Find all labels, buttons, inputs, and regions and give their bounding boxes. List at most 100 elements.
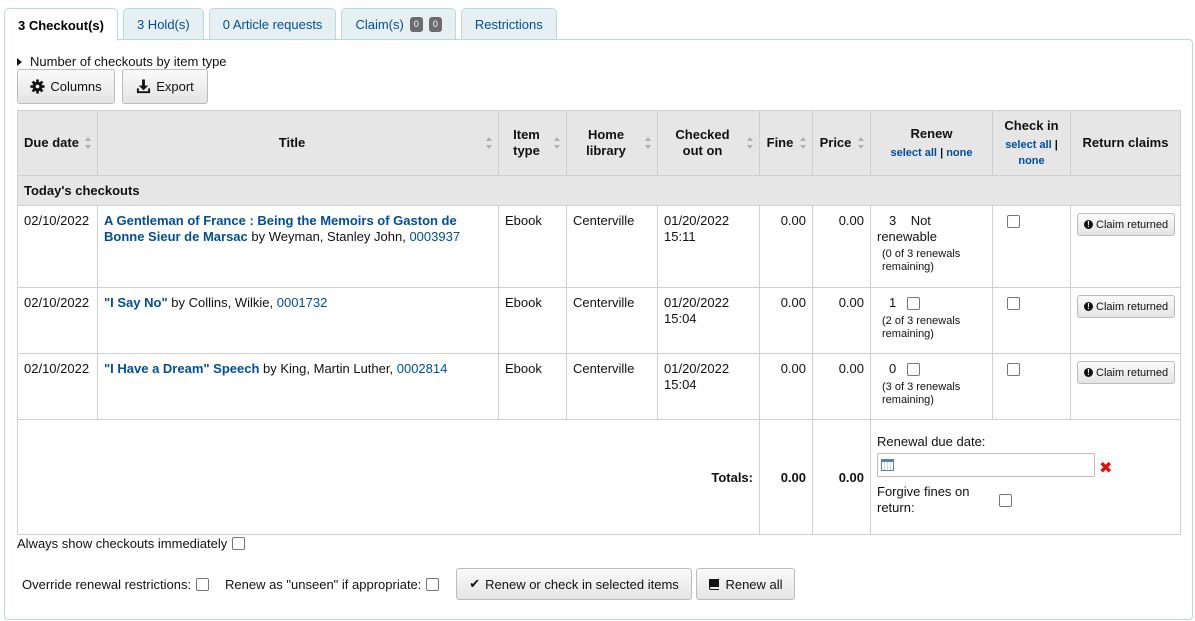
export-button[interactable]: Export: [122, 69, 208, 104]
checked-out-time: 15:04: [664, 311, 697, 326]
col-title[interactable]: Title: [97, 110, 499, 176]
tab-restrictions-label: Restrictions: [474, 17, 543, 32]
item-type-cell: Ebook: [498, 205, 567, 288]
renew-checkbox[interactable]: [907, 363, 921, 377]
title-cell: "I Say No" by Collins, Wilkie, 0001732: [97, 287, 499, 354]
always-show-checkbox[interactable]: [232, 537, 246, 550]
title-link[interactable]: "I Say No": [104, 295, 168, 310]
claim-returned-button[interactable]: ! Claim returned: [1077, 361, 1176, 384]
sort-icon: [486, 137, 492, 149]
tab-bar: 3 Checkout(s) 3 Hold(s) 0 Article reques…: [4, 8, 562, 41]
check-in-checkbox[interactable]: [1007, 215, 1020, 229]
claim-returned-button[interactable]: ! Claim returned: [1077, 213, 1176, 236]
col-renew-label: Renew: [910, 125, 953, 141]
check-in-checkbox[interactable]: [1007, 363, 1020, 377]
columns-button[interactable]: Columns: [17, 69, 115, 104]
checked-out-time: 15:04: [664, 377, 697, 392]
barcode-link[interactable]: 0003937: [409, 229, 460, 244]
tab-holds[interactable]: 3 Hold(s): [122, 8, 204, 40]
renewal-options-cell: Renewal due date: ✖ Forgive fines on ret…: [870, 419, 1181, 535]
barcode-link[interactable]: 0002814: [397, 361, 448, 376]
checkouts-by-itemtype-toggle[interactable]: Number of checkouts by item type: [17, 54, 227, 69]
claim-returned-label: Claim returned: [1096, 218, 1169, 231]
check-icon: ✔: [469, 576, 481, 591]
claim-returned-button[interactable]: ! Claim returned: [1077, 295, 1176, 318]
renew-checkbox[interactable]: [907, 297, 921, 311]
totals-fine: 0.00: [759, 419, 813, 535]
override-checkbox[interactable]: [196, 578, 210, 591]
checkin-select-all-link[interactable]: select all: [1005, 139, 1051, 151]
col-item-type[interactable]: Item type: [498, 110, 567, 176]
tab-claims[interactable]: Claim(s) 0 0: [341, 8, 456, 40]
author-text: by King, Martin Luther,: [263, 361, 394, 376]
fine-cell: 0.00: [759, 353, 813, 420]
tab-holds-label: 3 Hold(s): [136, 17, 190, 32]
calendar-icon[interactable]: [881, 459, 894, 471]
title-cell: "I Have a Dream" Speech by King, Martin …: [97, 353, 499, 420]
claim-returned-label: Claim returned: [1096, 300, 1169, 313]
col-title-label: Title: [278, 135, 306, 150]
gear-icon: [30, 79, 45, 94]
col-return-claims-label: Return claims: [1082, 135, 1169, 150]
totals-label: Totals:: [17, 419, 760, 535]
renew-or-check-in-selected-button[interactable]: ✔ Renew or check in selected items: [456, 568, 692, 600]
renew-all-button[interactable]: Renew all: [696, 568, 795, 600]
exclamation-icon: !: [1084, 220, 1093, 229]
col-renew: Renew select all | none: [870, 110, 993, 176]
checked-out-cell: 01/20/2022 15:04: [657, 353, 760, 420]
tab-article-requests[interactable]: 0 Article requests: [208, 8, 337, 40]
author-text: by Collins, Wilkie,: [171, 295, 274, 310]
fine-cell: 0.00: [759, 287, 813, 354]
unseen-label: Renew as "unseen" if appropriate:: [225, 577, 422, 592]
barcode-link[interactable]: 0001732: [277, 295, 328, 310]
col-due-date[interactable]: Due date: [17, 110, 98, 176]
due-date-cell: 02/10/2022: [17, 287, 98, 354]
claims-badge-resolved: 0: [428, 17, 442, 32]
sort-icon: [554, 137, 560, 149]
renew-count: 3: [889, 213, 897, 228]
renew-cell: 1 (2 of 3 renewals remaining): [870, 287, 993, 354]
due-date-cell: 02/10/2022: [17, 353, 98, 420]
renew-select-all-link[interactable]: select all: [891, 147, 937, 159]
renew-select-none-link[interactable]: none: [946, 147, 972, 159]
renew-count: 1: [889, 295, 897, 310]
col-price[interactable]: Price: [812, 110, 871, 176]
toggle-label: Number of checkouts by item type: [30, 54, 227, 69]
home-library-cell: Centerville: [566, 287, 658, 354]
checkin-select-none-link[interactable]: none: [1018, 155, 1044, 167]
col-return-claims: Return claims: [1070, 110, 1181, 176]
price-cell: 0.00: [812, 287, 871, 354]
tab-checkouts[interactable]: 3 Checkout(s): [4, 8, 118, 41]
clear-date-icon[interactable]: ✖: [1099, 458, 1112, 478]
claim-returned-label: Claim returned: [1096, 366, 1169, 379]
totals-row: Totals: 0.00 0.00 Renewal due date: ✖ Fo…: [17, 419, 1181, 535]
renewal-due-date-input[interactable]: [877, 453, 1095, 477]
col-checked-out-on[interactable]: Checked out on: [657, 110, 760, 176]
always-show-label: Always show checkouts immediately: [17, 536, 228, 551]
table-row: 02/10/2022 "I Say No" by Collins, Wilkie…: [17, 287, 1181, 354]
totals-price: 0.00: [812, 419, 871, 535]
item-type-cell: Ebook: [498, 353, 567, 420]
col-home-library[interactable]: Home library: [566, 110, 658, 176]
book-icon: [709, 579, 720, 590]
author-text: by Weyman, Stanley John,: [251, 229, 406, 244]
check-in-cell: [992, 205, 1071, 288]
unseen-checkbox[interactable]: [426, 578, 440, 591]
tab-claims-label: Claim(s): [355, 17, 404, 32]
forgive-fines-checkbox[interactable]: [999, 493, 1012, 507]
unseen-option: Renew as "unseen" if appropriate:: [225, 577, 440, 592]
tab-restrictions[interactable]: Restrictions: [460, 8, 557, 40]
exclamation-icon: !: [1084, 302, 1093, 311]
col-check-in: Check in select all | none: [992, 110, 1071, 176]
title-link[interactable]: "I Have a Dream" Speech: [104, 361, 259, 376]
return-claim-cell: ! Claim returned: [1070, 205, 1181, 288]
renew-remaining: (2 of 3 renewals remaining): [882, 315, 961, 340]
return-claim-cell: ! Claim returned: [1070, 287, 1181, 354]
check-in-checkbox[interactable]: [1007, 297, 1020, 311]
table-row: 02/10/2022 A Gentleman of France : Being…: [17, 205, 1181, 288]
renew-remaining: (0 of 3 renewals remaining): [882, 248, 961, 273]
col-fine[interactable]: Fine: [759, 110, 813, 176]
tab-article-requests-label: 0 Article requests: [222, 17, 323, 32]
col-price-label: Price: [819, 135, 852, 150]
forgive-fines-row: Forgive fines on return:: [877, 484, 1174, 516]
